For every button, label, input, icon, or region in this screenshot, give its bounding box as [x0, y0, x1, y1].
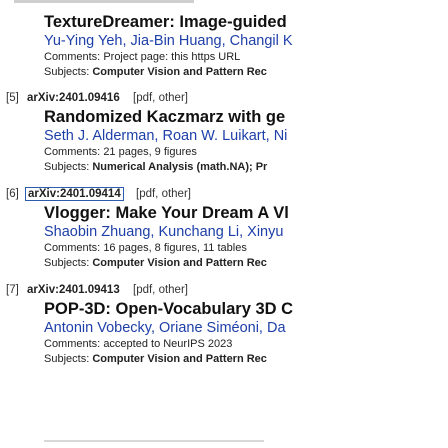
paper-authors[interactable]: Seth J. Alderman, Roan W. Luikart, Ni	[44, 127, 448, 145]
comments-text: accepted to NeurIPS 2023	[103, 338, 233, 350]
paper-comments: Comments: 21 pages, 9 figures	[44, 145, 448, 160]
format-links[interactable]: [pdf, other]	[133, 92, 188, 104]
subjects-label: Subjects:	[44, 65, 90, 78]
paper-authors[interactable]: Shaobin Zhuang, Kunchang Li, Xinyu	[44, 223, 448, 241]
arxiv-id-link[interactable]: arXiv:2401.09414	[25, 187, 124, 201]
comments-label: Comments:	[44, 146, 101, 158]
comments-label: Comments:	[44, 51, 101, 63]
paper-title[interactable]: TextureDreamer: Image-guided	[44, 12, 448, 32]
entry-number: [6]	[6, 188, 19, 200]
paper-authors[interactable]: Antonin Vobecky, Oriane Siméoni, Da	[44, 319, 448, 337]
subjects-label: Subjects:	[44, 352, 90, 365]
comments-label: Comments:	[44, 338, 101, 350]
subjects-primary: Computer Vision and Pattern Rec	[92, 65, 267, 78]
entry-body: Vlogger: Make Your Dream A Vl Shaobin Zh…	[44, 203, 448, 270]
paper-subjects: Subjects: Computer Vision and Pattern Re…	[44, 256, 448, 271]
arxiv-id-link[interactable]: arXiv:2401.09416	[27, 92, 120, 104]
paper-subjects: Subjects: Computer Vision and Pattern Re…	[44, 352, 448, 367]
subjects-label: Subjects:	[44, 256, 90, 269]
entry-body: Randomized Kaczmarz with ge Seth J. Alde…	[44, 107, 448, 174]
subjects-primary: Computer Vision and Pattern Rec	[92, 256, 267, 269]
comments-text: 16 pages, 8 figures, 11 tables	[103, 242, 247, 254]
paper-comments: Comments: Project page: this https URL	[44, 50, 448, 65]
entry-number: [7]	[6, 284, 19, 296]
paper-authors[interactable]: Yu-Ying Yeh, Jia-Bin Huang, Changil K	[44, 32, 448, 50]
paper-title[interactable]: POP-3D: Open-Vocabulary 3D C	[44, 299, 448, 319]
entry-body: TextureDreamer: Image-guided Yu-Ying Yeh…	[44, 12, 448, 79]
paper-title[interactable]: Randomized Kaczmarz with ge	[44, 107, 448, 127]
comments-label: Comments:	[44, 242, 101, 254]
entry-number: [5]	[6, 92, 19, 104]
format-links[interactable]: [pdf, other]	[136, 188, 191, 200]
entry-body: POP-3D: Open-Vocabulary 3D C Antonin Vob…	[44, 299, 448, 366]
arxiv-listing-page: TextureDreamer: Image-guided Yu-Ying Yeh…	[0, 0, 448, 448]
next-entry-fragment	[44, 440, 264, 442]
subjects-primary: Numerical Analysis (math.NA); Pr	[92, 160, 268, 173]
format-links[interactable]: [pdf, other]	[133, 284, 188, 296]
paper-subjects: Subjects: Numerical Analysis (math.NA); …	[44, 160, 448, 175]
comments-text: 21 pages, 9 figures	[103, 146, 197, 158]
paper-comments: Comments: 16 pages, 8 figures, 11 tables	[44, 241, 448, 256]
paper-title[interactable]: Vlogger: Make Your Dream A Vl	[44, 203, 448, 223]
subjects-label: Subjects:	[44, 160, 90, 173]
paper-comments: Comments: accepted to NeurIPS 2023	[44, 337, 448, 352]
paper-subjects: Subjects: Computer Vision and Pattern Re…	[44, 65, 448, 80]
top-fragment-line	[14, 0, 194, 3]
arxiv-id-link[interactable]: arXiv:2401.09413	[27, 284, 120, 296]
comments-text: Project page: this https URL	[103, 51, 241, 63]
subjects-primary: Computer Vision and Pattern Rec	[92, 352, 267, 365]
